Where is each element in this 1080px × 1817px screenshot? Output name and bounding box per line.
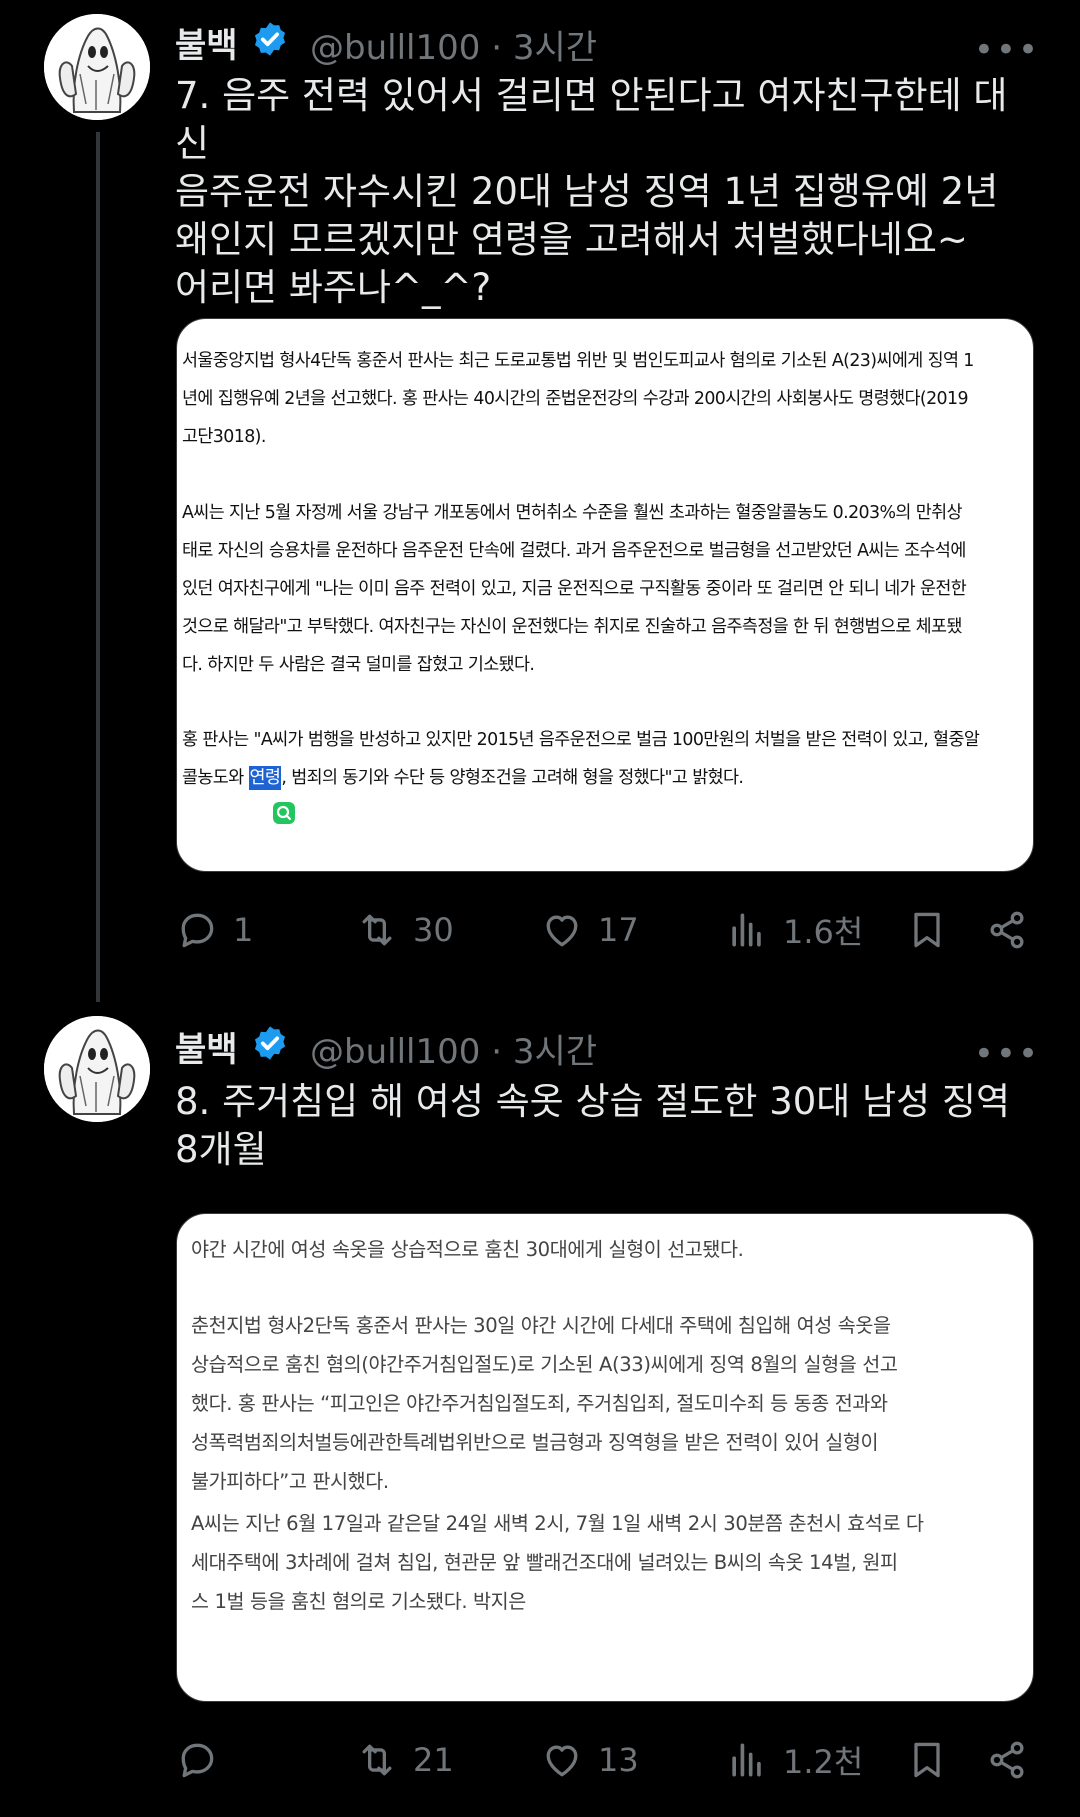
tweet-text: 7. 음주 전력 있어서 걸리면 안된다고 여자친구한테 대신 음주운전 자수시…	[175, 74, 1008, 309]
article-paragraph-1: 서울중앙지법 형사4단독 홍준서 판사는 최근 도로교통법 위반 및 범인도피교…	[182, 342, 1019, 456]
article-image[interactable]: 야간 시간에 여성 속옷을 상습적으로 훔친 30대에게 실형이 선고됐다. 춘…	[176, 1213, 1034, 1702]
display-name[interactable]: 불백	[175, 1022, 238, 1071]
article-line-prefix: 콜농도와	[182, 768, 249, 788]
views-button[interactable]: 1.2천	[725, 1735, 863, 1785]
bookmark-button[interactable]	[905, 1735, 949, 1785]
share-icon	[990, 1741, 1024, 1779]
like-button[interactable]: 13	[540, 1735, 639, 1785]
article-line: 세대주택에 3차례에 걸쳐 침입, 현관문 앞 빨래건조대에 널려있는 B씨의 …	[191, 1551, 898, 1574]
article-line: A씨는 지난 5월 자정께 서울 강남구 개포동에서 면허취소 수준을 훨씬 초…	[182, 503, 963, 523]
more-icon[interactable]: •••	[974, 30, 1040, 70]
article-line: A씨는 지난 6월 17일과 같은달 24일 새벽 2시, 7월 1일 새벽 2…	[191, 1512, 924, 1535]
bookmark-icon	[914, 912, 940, 948]
views-icon	[732, 1743, 761, 1777]
article-paragraph-1: 야간 시간에 여성 속옷을 상습적으로 훔친 30대에게 실형이 선고됐다.	[191, 1230, 1019, 1269]
reply-icon	[181, 913, 214, 948]
highlighted-word: 연령	[248, 766, 282, 790]
article-line: 있던 여자친구에게 "나는 이미 음주 전력이 있고, 지금 운전직으로 구직활…	[182, 579, 967, 599]
views-button[interactable]: 1.6천	[725, 905, 863, 955]
bookmark-icon	[914, 1742, 940, 1778]
share-button[interactable]	[985, 1735, 1029, 1785]
tweet-2[interactable]: 불백 @bulll100 · 3시간 ••• 8. 주거침입 해 여성 속옷 상…	[0, 1000, 1080, 1817]
handle-time: @bulll100 · 3시간	[310, 1024, 597, 1073]
article-paragraph-3: 홍 판사는 "A씨가 범행을 반성하고 있지만 2015년 음주운전으로 벌금 …	[182, 721, 1019, 797]
article-paragraph-2: 춘천지법 형사2단독 홍준서 판사는 30일 야간 시간에 다세대 주택에 침입…	[191, 1306, 1019, 1501]
views-count: 1.6천	[783, 913, 864, 951]
bookmark-button[interactable]	[905, 905, 949, 955]
article-line: 야간 시간에 여성 속옷을 상습적으로 훔친 30대에게 실형이 선고됐다.	[191, 1238, 744, 1261]
article-line: 불가피하다”고 판시했다.	[191, 1470, 389, 1493]
tweet-text: 8. 주거침입 해 여성 속옷 상습 절도한 30대 남성 징역 8개월	[175, 1080, 1010, 1171]
like-count: 13	[598, 1741, 639, 1779]
article-line: 스 1벌 등을 훔친 혐의로 기소됐다. 박지은	[191, 1590, 526, 1613]
article-paragraph-2: A씨는 지난 5월 자정께 서울 강남구 개포동에서 면허취소 수준을 훨씬 초…	[182, 494, 1019, 684]
avatar[interactable]	[44, 1016, 150, 1122]
handle[interactable]: @bulll100	[310, 28, 480, 68]
article-line: 홍 판사는 "A씨가 범행을 반성하고 있지만 2015년 음주운전으로 벌금 …	[182, 730, 980, 750]
timestamp[interactable]: 3시간	[513, 28, 597, 68]
reply-button[interactable]	[175, 1735, 233, 1785]
separator-dot: ·	[491, 1032, 502, 1072]
verified-badge-icon	[254, 22, 286, 56]
more-icon[interactable]: •••	[974, 1034, 1040, 1074]
like-count: 17	[598, 911, 639, 949]
reply-icon	[181, 1743, 214, 1778]
article-image[interactable]: 서울중앙지법 형사4단독 홍준서 판사는 최근 도로교통법 위반 및 범인도피교…	[176, 318, 1034, 872]
retweet-button[interactable]: 30	[355, 905, 454, 955]
article-line: 년에 집행유예 2년을 선고했다. 홍 판사는 40시간의 준법운전강의 수강과…	[182, 389, 969, 409]
handle-time: @bulll100 · 3시간	[310, 20, 597, 69]
article-line: 했다. 홍 판사는 “피고인은 야간주거침입절도죄, 주거침입죄, 절도미수죄 …	[191, 1392, 888, 1415]
display-name[interactable]: 불백	[175, 18, 238, 67]
article-line: 다. 하지만 두 사람은 결국 덜미를 잡혔고 기소됐다.	[182, 655, 535, 675]
retweet-icon	[362, 1744, 392, 1776]
reply-count: 1	[233, 911, 254, 949]
retweet-count: 21	[413, 1741, 454, 1779]
article-paragraph-3: A씨는 지난 6월 17일과 같은달 24일 새벽 2시, 7월 1일 새벽 2…	[191, 1504, 1019, 1621]
reply-button[interactable]: 1	[175, 905, 253, 955]
tweet-header: 불백 @bulll100 · 3시간 •••	[175, 1018, 1040, 1074]
avatar[interactable]	[44, 14, 150, 120]
article-line: 상습적으로 훔친 혐의(야간주거침입절도)로 기소된 A(33)씨에게 징역 8…	[191, 1353, 898, 1376]
article-line: 고단3018).	[182, 427, 266, 447]
like-icon	[546, 1745, 578, 1777]
like-button[interactable]: 17	[540, 905, 639, 955]
retweet-icon	[362, 914, 392, 946]
handle[interactable]: @bulll100	[310, 1032, 480, 1072]
article-line: 것으로 해달라"고 부탁했다. 여자친구는 자신이 운전했다는 취지로 진술하고…	[182, 617, 962, 637]
views-icon	[732, 913, 761, 947]
timestamp[interactable]: 3시간	[513, 1032, 597, 1072]
separator-dot: ·	[491, 28, 502, 68]
article-line-suffix: , 범죄의 동기와 수단 등 양형조건을 고려해 형을 정했다"고 밝혔다.	[281, 768, 744, 788]
retweet-button[interactable]: 21	[355, 1735, 454, 1785]
share-icon	[990, 911, 1024, 949]
lens-search-icon	[273, 802, 295, 824]
action-bar: 21 13 1.2천	[175, 1735, 1040, 1785]
tweet-1[interactable]: 불백 @bulll100 · 3시간 ••• 7. 음주 전력 있어서 걸리면 …	[0, 0, 1080, 1000]
tweet-header: 불백 @bulll100 · 3시간 •••	[175, 14, 1040, 70]
article-line: 춘천지법 형사2단독 홍준서 판사는 30일 야간 시간에 다세대 주택에 침입…	[191, 1314, 891, 1337]
share-button[interactable]	[985, 905, 1029, 955]
verified-badge-icon	[254, 1026, 286, 1060]
article-line: 성폭력범죄의처벌등에관한특례법위반으로 벌금형과 징역형을 받은 전력이 있어 …	[191, 1431, 879, 1454]
like-icon	[546, 915, 578, 947]
article-line: 서울중앙지법 형사4단독 홍준서 판사는 최근 도로교통법 위반 및 범인도피교…	[182, 351, 974, 371]
action-bar: 1 30 17 1.6천	[175, 905, 1040, 955]
article-line: 태로 자신의 승용차를 운전하다 음주운전 단속에 걸렸다. 과거 음주운전으로…	[182, 541, 966, 561]
retweet-count: 30	[413, 911, 454, 949]
views-count: 1.2천	[783, 1743, 864, 1781]
